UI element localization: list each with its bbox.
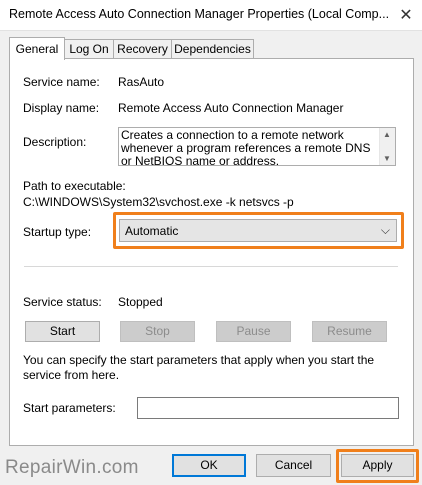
stop-button[interactable]: Stop <box>120 321 195 342</box>
path-value: C:\WINDOWS\System32\svchost.exe -k netsv… <box>23 195 294 209</box>
scroll-down-icon[interactable]: ▼ <box>383 154 391 163</box>
display-name-label: Display name: <box>23 101 100 115</box>
start-params-info: You can specify the start parameters tha… <box>23 353 375 382</box>
close-icon[interactable]: ✕ <box>390 0 422 30</box>
service-status-value: Stopped <box>118 295 163 309</box>
tab-dependencies[interactable]: Dependencies <box>171 39 254 58</box>
window-title: Remote Access Auto Connection Manager Pr… <box>9 7 389 21</box>
title-bar: Remote Access Auto Connection Manager Pr… <box>0 0 422 31</box>
start-button[interactable]: Start <box>25 321 100 342</box>
startup-type-highlight <box>113 212 404 249</box>
service-status-label: Service status: <box>23 295 102 309</box>
path-label: Path to executable: <box>23 179 126 193</box>
start-parameters-label: Start parameters: <box>23 401 116 415</box>
display-name-value: Remote Access Auto Connection Manager <box>118 101 344 115</box>
tab-general[interactable]: General <box>9 37 65 60</box>
apply-highlight <box>336 449 419 483</box>
scroll-up-icon[interactable]: ▲ <box>383 130 391 139</box>
pause-button[interactable]: Pause <box>216 321 291 342</box>
cancel-button[interactable]: Cancel <box>256 454 331 477</box>
tab-log-on[interactable]: Log On <box>64 39 114 58</box>
start-parameters-input[interactable] <box>137 397 399 419</box>
description-box[interactable]: Creates a connection to a remote network… <box>118 127 396 166</box>
service-name-value: RasAuto <box>118 75 165 89</box>
tab-recovery[interactable]: Recovery <box>113 39 172 58</box>
divider <box>24 266 398 267</box>
startup-type-label: Startup type: <box>23 225 92 239</box>
description-text: Creates a connection to a remote network… <box>121 128 371 166</box>
description-label: Description: <box>23 135 87 149</box>
ok-button[interactable]: OK <box>172 454 246 477</box>
description-scrollbar[interactable]: ▲ ▼ <box>379 128 395 165</box>
watermark: RepairWin.com <box>5 457 139 478</box>
resume-button[interactable]: Resume <box>312 321 387 342</box>
general-tab-panel: Service name: RasAuto Display name: Remo… <box>9 58 414 446</box>
service-name-label: Service name: <box>23 75 100 89</box>
